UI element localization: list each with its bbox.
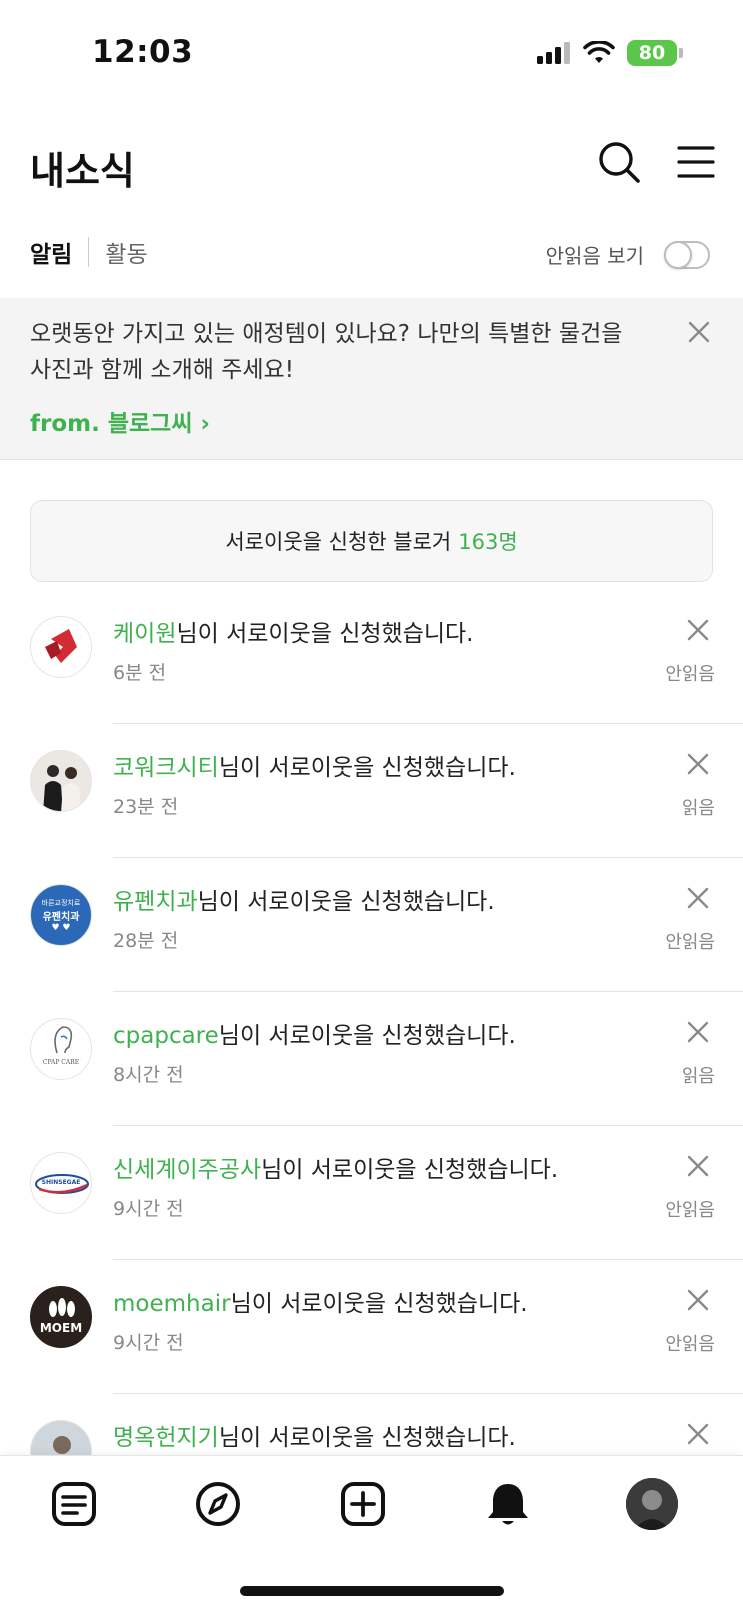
- notification-item[interactable]: CPAP CARE cpapcare님이 서로이웃을 신청했습니다. 8시간 전…: [0, 992, 743, 1126]
- tab-activity[interactable]: 활동: [105, 235, 147, 269]
- battery-icon: 80: [627, 40, 677, 66]
- notification-item[interactable]: SHINSEGAE 신세계이주공사님이 서로이웃을 신청했습니다. 9시간 전 …: [0, 1126, 743, 1260]
- notification-item[interactable]: 바른교정치료 유펜치과 ♥ ♥ 유펜치과님이 서로이웃을 신청했습니다. 28분…: [0, 858, 743, 992]
- blogger-name-link[interactable]: cpapcare: [113, 1023, 219, 1049]
- shinsegae-logo-icon: SHINSEGAE: [30, 1152, 92, 1214]
- notification-message: 케이원님이 서로이웃을 신청했습니다.: [113, 621, 474, 647]
- profile-avatar-icon[interactable]: [626, 1478, 678, 1530]
- status-icons: 80: [537, 40, 683, 66]
- moem-logo-icon: MOEM: [30, 1286, 92, 1348]
- discover-compass-icon[interactable]: [192, 1478, 244, 1530]
- blogger-name-link[interactable]: 코워크시티: [113, 755, 219, 781]
- close-icon[interactable]: [686, 1288, 710, 1312]
- blogger-name-link[interactable]: 유펜치과: [113, 889, 198, 915]
- notification-message: 명옥헌지기님이 서로이웃을 신청했습니다.: [113, 1425, 516, 1451]
- blogger-name-link[interactable]: 명옥헌지기: [113, 1425, 219, 1451]
- notification-bell-icon[interactable]: [482, 1478, 534, 1530]
- close-icon[interactable]: [686, 618, 710, 642]
- notification-time: 8시간 전: [113, 1064, 184, 1086]
- neighbor-request-summary[interactable]: 서로이웃을 신청한 블로거 163명: [30, 500, 713, 582]
- unread-filter: 안읽음 보기: [546, 240, 710, 269]
- banner-from-link[interactable]: from. 블로그씨 ›: [30, 404, 210, 438]
- neighbor-request-count: 163명: [458, 530, 518, 554]
- home-indicator: [240, 1586, 504, 1596]
- search-icon[interactable]: [597, 140, 641, 184]
- cpap-logo-icon: CPAP CARE: [30, 1018, 92, 1080]
- notification-message: 유펜치과님이 서로이웃을 신청했습니다.: [113, 889, 495, 915]
- bottom-nav: [0, 1455, 743, 1611]
- feed-icon[interactable]: [48, 1478, 100, 1530]
- close-icon[interactable]: [686, 1154, 710, 1178]
- read-status: 안읽음: [665, 1200, 715, 1221]
- header: 내소식: [0, 130, 743, 200]
- close-icon[interactable]: [686, 1020, 710, 1044]
- notification-time: 28분 전: [113, 930, 179, 952]
- battery-level: 80: [638, 42, 666, 64]
- blogger-name-link[interactable]: 신세계이주공사: [113, 1157, 261, 1183]
- notification-message: cpapcare님이 서로이웃을 신청했습니다.: [113, 1023, 516, 1049]
- notification-message: 코워크시티님이 서로이웃을 신청했습니다.: [113, 755, 516, 781]
- close-icon[interactable]: [686, 886, 710, 910]
- toggle-knob: [664, 240, 692, 269]
- blogger-name-link[interactable]: 케이원: [113, 621, 176, 647]
- close-icon[interactable]: [687, 320, 711, 344]
- red-ribbon-logo-icon: [30, 616, 92, 678]
- avatar-text: MOEM: [39, 1321, 83, 1335]
- read-status: 안읽음: [665, 1334, 715, 1355]
- banner-text: 오랫동안 가지고 있는 애정템이 있나요? 나만의 특별한 물건을 사진과 함께…: [30, 321, 623, 383]
- notification-item[interactable]: 케이원님이 서로이웃을 신청했습니다. 6분 전 안읽음: [0, 590, 743, 724]
- neighbor-request-label: 서로이웃을 신청한 블로거: [225, 530, 452, 554]
- unread-filter-label: 안읽음 보기: [545, 244, 644, 268]
- avatar-text: CPAP CARE: [42, 1059, 80, 1066]
- read-status: 안읽음: [665, 664, 715, 685]
- notification-message: 신세계이주공사님이 서로이웃을 신청했습니다.: [113, 1157, 559, 1183]
- dental-logo-icon: 바른교정치료 유펜치과 ♥ ♥: [30, 884, 92, 946]
- unread-filter-toggle[interactable]: [664, 240, 710, 269]
- wifi-icon: [583, 41, 615, 63]
- tab-notifications[interactable]: 알림: [30, 235, 72, 269]
- page-title: 내소식: [30, 149, 135, 193]
- blogger-name-link[interactable]: moemhair: [113, 1291, 231, 1317]
- avatar-text: 바른교정치료: [41, 899, 81, 907]
- menu-icon[interactable]: [676, 142, 716, 182]
- notification-time: 23분 전: [113, 796, 179, 818]
- notification-time: 6분 전: [113, 662, 167, 684]
- close-icon[interactable]: [686, 1422, 710, 1446]
- read-status: 읽음: [681, 798, 715, 819]
- tab-bar: 알림 활동: [30, 235, 148, 269]
- close-icon[interactable]: [686, 752, 710, 776]
- status-bar: 12:03 80: [0, 0, 743, 110]
- read-status: 읽음: [681, 1066, 715, 1087]
- write-plus-icon[interactable]: [337, 1478, 389, 1530]
- notification-item[interactable]: 코워크시티님이 서로이웃을 신청했습니다. 23분 전 읽음: [0, 724, 743, 858]
- couple-photo-icon: [30, 750, 92, 812]
- notification-item[interactable]: MOEM moemhair님이 서로이웃을 신청했습니다. 9시간 전 안읽음: [0, 1260, 743, 1394]
- notification-time: 9시간 전: [113, 1332, 184, 1354]
- status-time: 12:03: [92, 34, 194, 70]
- read-status: 안읽음: [665, 932, 715, 953]
- cellular-signal-icon: [537, 42, 570, 64]
- notification-message: moemhair님이 서로이웃을 신청했습니다.: [113, 1291, 528, 1317]
- notification-list: 케이원님이 서로이웃을 신청했습니다. 6분 전 안읽음 코워크시티님이 서로이…: [0, 590, 743, 1528]
- avatar-text: SHINSEGAE: [41, 1179, 81, 1186]
- notification-time: 9시간 전: [113, 1198, 184, 1220]
- blog-prompt-banner: 오랫동안 가지고 있는 애정템이 있나요? 나만의 특별한 물건을 사진과 함께…: [0, 298, 743, 460]
- avatar-text: 유펜치과: [42, 912, 80, 923]
- tab-divider: [88, 237, 90, 267]
